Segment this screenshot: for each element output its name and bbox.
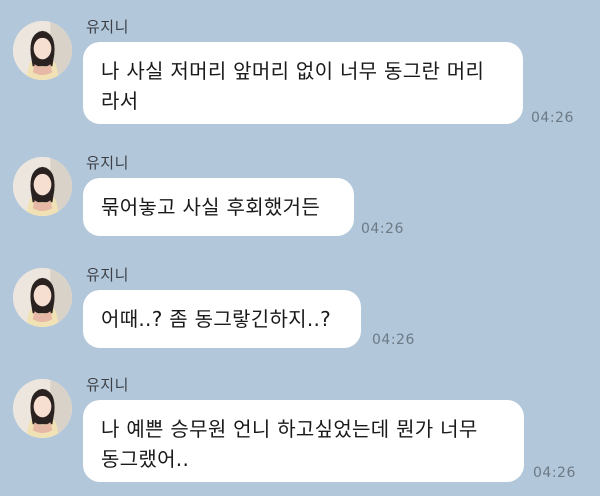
message-bubble[interactable]: 묶어놓고 사실 후회했거든 (83, 178, 354, 236)
sender-name: 유지니 (86, 266, 129, 284)
sender-name: 유지니 (86, 18, 129, 36)
profile-photo-icon (13, 157, 72, 216)
avatar[interactable] (13, 379, 72, 438)
profile-photo-icon (13, 268, 72, 327)
message-timestamp: 04:26 (531, 110, 574, 126)
message-bubble[interactable]: 나 예쁜 승무원 언니 하고싶었는데 뭔가 너무 동그랬어.. (83, 400, 524, 482)
sender-name: 유지니 (86, 154, 129, 172)
avatar[interactable] (13, 157, 72, 216)
profile-photo-icon (13, 379, 72, 438)
sender-name: 유지니 (86, 376, 129, 394)
message-timestamp: 04:26 (533, 465, 576, 481)
profile-photo-icon (13, 21, 72, 80)
message-bubble[interactable]: 어때..? 좀 동그랗긴하지..? (83, 290, 361, 348)
message-timestamp: 04:26 (372, 332, 415, 348)
avatar[interactable] (13, 21, 72, 80)
message-timestamp: 04:26 (361, 221, 404, 237)
message-bubble[interactable]: 나 사실 저머리 앞머리 없이 너무 동그란 머리 라서 (83, 42, 523, 124)
avatar[interactable] (13, 268, 72, 327)
